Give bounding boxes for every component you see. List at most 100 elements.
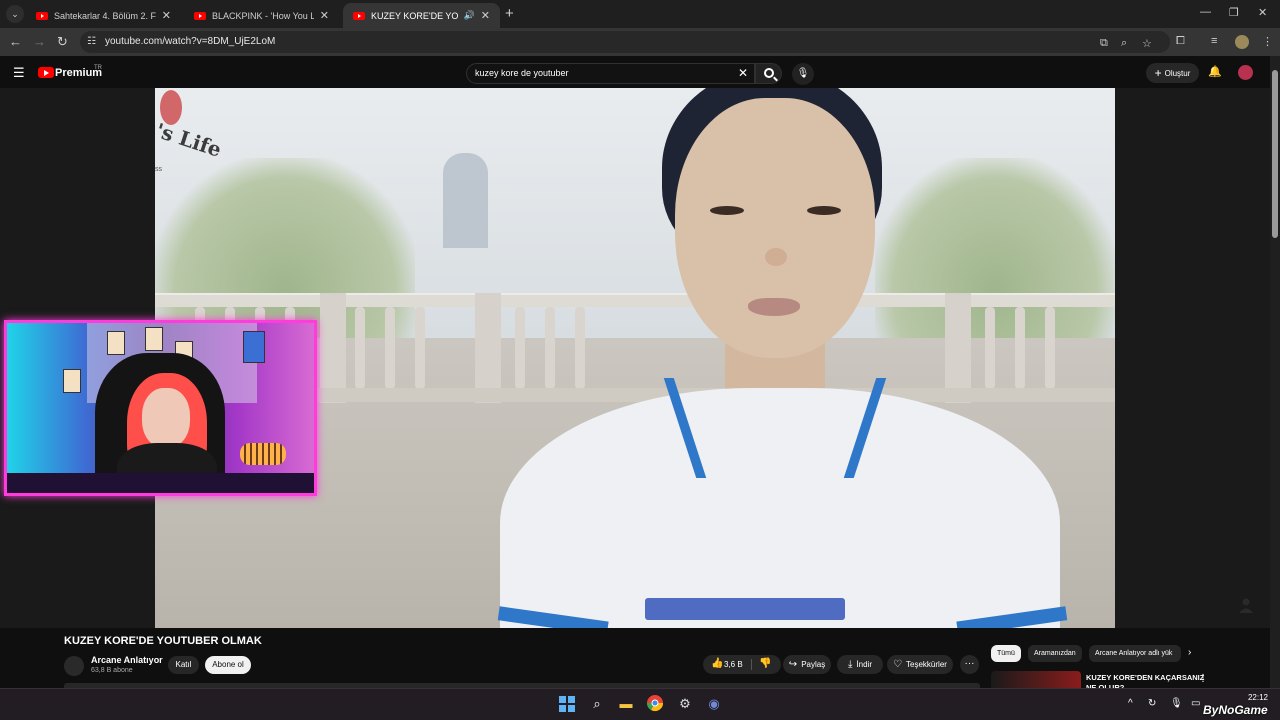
browser-tab-3-active[interactable]: KUZEY KORE'DE YOUTUBER OLMAK 🔊 ✕: [343, 3, 500, 28]
video-frame-tower: [443, 153, 488, 248]
baluster: [1015, 307, 1025, 389]
browser-profile-avatar[interactable]: [1235, 35, 1249, 49]
address-bar[interactable]: ☷ youtube.com/watch?v=8DM_UjE2LoM ⧉ ⌕ ☆: [80, 31, 1170, 53]
chevron-right-icon[interactable]: ›: [1188, 647, 1191, 658]
join-button[interactable]: Katıl: [168, 656, 199, 674]
new-tab-button[interactable]: +: [505, 6, 514, 21]
cast-icon[interactable]: ⧉: [1100, 37, 1108, 50]
browser-tab-2[interactable]: BLACKPINK - 'How You Like That' ✕: [184, 3, 339, 28]
site-info-icon[interactable]: ☷: [87, 36, 96, 47]
wall-poster: [145, 327, 163, 351]
railing-post: [475, 293, 501, 403]
like-count[interactable]: 3,6 B: [724, 660, 743, 669]
thanks-button[interactable]: ♡ Teşekkürler: [887, 655, 953, 674]
wall-poster: [63, 369, 81, 393]
youtube-favicon-icon: [194, 11, 206, 20]
person-silhouette-icon: [1239, 598, 1253, 613]
subscriber-count: 63,8 B abone: [91, 667, 133, 674]
baluster: [1045, 307, 1055, 389]
channel-avatar[interactable]: [64, 656, 84, 676]
reload-icon[interactable]: ↻: [57, 34, 68, 50]
restore-icon[interactable]: ❐: [1229, 6, 1239, 19]
person-eye: [807, 206, 841, 215]
search-button[interactable]: [755, 63, 782, 84]
clear-search-icon[interactable]: ✕: [738, 66, 748, 80]
baluster: [415, 307, 425, 389]
download-button[interactable]: ⤓ İndir: [837, 655, 883, 674]
file-explorer-icon[interactable]: ▬: [616, 694, 636, 714]
webcam-lamp: [240, 443, 286, 465]
railing-post: [320, 293, 346, 403]
youtube-favicon-icon: [353, 11, 365, 20]
extensions-icon[interactable]: ⧠: [1176, 35, 1185, 48]
microphone-icon[interactable]: 🎙: [1170, 698, 1183, 709]
bynogame-overlay-logo: ByNoGame: [1203, 703, 1268, 717]
person-face: [675, 98, 875, 358]
recommendation-title[interactable]: KUZEY KORE'DEN KAÇARSANIZ: [1086, 673, 1204, 682]
taskbar-search-icon[interactable]: ⌕: [587, 694, 607, 714]
download-label: İndir: [856, 660, 872, 669]
scrollbar-thumb[interactable]: [1272, 70, 1278, 238]
video-watermark-sub: ss: [155, 166, 162, 173]
youtube-header: ☰ Premium TR kuzey kore de youtuber ✕ 🎙 …: [0, 56, 1280, 88]
tab-search-chevron-icon[interactable]: ⌄: [6, 5, 24, 23]
discord-icon[interactable]: ◉: [704, 694, 724, 714]
zoom-icon[interactable]: ⌕: [1121, 37, 1127, 50]
shirt-print: [645, 598, 845, 620]
person-mouth: [748, 298, 800, 316]
channel-name[interactable]: Arcane Anlatıyor: [91, 655, 163, 665]
network-icon[interactable]: ▭: [1191, 698, 1200, 709]
youtube-logo-icon[interactable]: [38, 67, 54, 78]
close-tab-icon[interactable]: ✕: [481, 9, 490, 22]
thumbs-down-icon[interactable]: 👎: [759, 658, 771, 669]
baluster: [515, 307, 525, 389]
subscribe-button[interactable]: Abone ol: [205, 656, 251, 674]
create-button[interactable]: + Oluştur: [1146, 63, 1199, 83]
close-window-icon[interactable]: ✕: [1258, 6, 1267, 19]
chip-channel-uploads[interactable]: Arcane Anlatıyor adlı yük: [1089, 645, 1181, 662]
thanks-heart-icon: ♡: [893, 659, 903, 670]
share-button[interactable]: ↪ Paylaş: [783, 655, 831, 674]
wall-poster: [243, 331, 265, 363]
search-query-text[interactable]: kuzey kore de youtuber: [475, 68, 569, 78]
back-arrow-icon[interactable]: ←: [9, 34, 22, 50]
audio-playing-icon[interactable]: 🔊: [464, 10, 475, 21]
search-input[interactable]: kuzey kore de youtuber ✕: [466, 63, 755, 84]
more-actions-button[interactable]: ···: [960, 655, 979, 674]
webcam-desk: [7, 473, 314, 493]
url-text[interactable]: youtube.com/watch?v=8DM_UjE2LoM: [105, 36, 275, 47]
chip-all[interactable]: Tümü: [991, 645, 1021, 662]
bookmark-star-icon[interactable]: ☆: [1142, 37, 1152, 50]
baluster: [545, 307, 555, 389]
chip-from-search[interactable]: Aramanızdan: [1028, 645, 1082, 662]
media-queue-icon[interactable]: ≡: [1211, 35, 1217, 47]
thumbs-up-icon[interactable]: 👍: [711, 658, 723, 669]
video-title: KUZEY KORE'DE YOUTUBER OLMAK: [64, 635, 262, 647]
minimize-icon[interactable]: —: [1200, 6, 1211, 18]
wall-poster: [107, 331, 125, 355]
chrome-menu-icon[interactable]: ⋮: [1262, 35, 1273, 48]
create-label: Oluştur: [1164, 68, 1191, 78]
video-frame-railing: [155, 293, 1115, 307]
tray-app-icon[interactable]: ↻: [1148, 698, 1156, 709]
hamburger-menu-icon[interactable]: ☰: [13, 66, 25, 79]
forward-arrow-icon[interactable]: →: [33, 34, 46, 50]
recommendation-menu-icon[interactable]: ⋮: [1198, 673, 1208, 684]
voice-search-mic-icon[interactable]: 🎙: [792, 63, 814, 85]
close-tab-icon[interactable]: ✕: [320, 9, 329, 22]
taskbar-clock[interactable]: 22:12: [1240, 693, 1268, 702]
windows-start-icon[interactable]: [559, 696, 575, 712]
plus-icon: +: [1154, 66, 1162, 80]
browser-toolbar: ← → ↻ ☷ youtube.com/watch?v=8DM_UjE2LoM …: [0, 28, 1280, 56]
tab-title: Sahtekarlar 4. Bölüm 2. Fragman: [54, 10, 156, 21]
close-tab-icon[interactable]: ✕: [162, 9, 171, 22]
app-taskbar-icon[interactable]: ⚙: [675, 694, 695, 714]
notifications-bell-icon[interactable]: 🔔: [1208, 65, 1222, 78]
account-avatar[interactable]: [1238, 65, 1253, 80]
tray-overflow-icon[interactable]: ^: [1128, 698, 1133, 709]
youtube-favicon-icon: [36, 11, 48, 20]
browser-tab-1[interactable]: Sahtekarlar 4. Bölüm 2. Fragman ✕: [26, 3, 181, 28]
chrome-taskbar-icon[interactable]: [645, 694, 665, 714]
recommendation-thumbnail[interactable]: [991, 671, 1081, 688]
divider: [751, 659, 752, 670]
